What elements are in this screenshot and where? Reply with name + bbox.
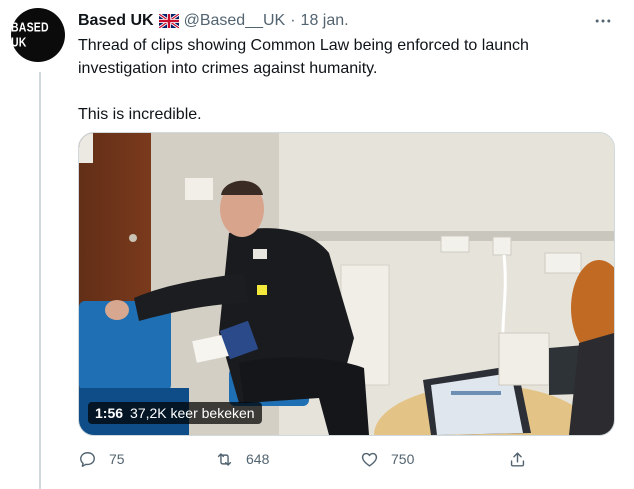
more-icon [595,19,611,23]
tweet-text-paragraph: Thread of clips showing Common Law being… [78,37,529,77]
share-icon [510,451,525,467]
header-separator: · [290,12,296,29]
thread-line [39,72,41,489]
tweet-text: Thread of clips showing Common Law being… [78,34,618,126]
video-view-count: 37,2K keer bekeken [130,405,255,421]
tweet-header: Based UK @Based__UK · 18 jan. [78,10,349,32]
uk-flag-icon [157,12,180,30]
user-handle[interactable]: @Based__UK [184,12,286,30]
reply-icon [80,451,95,467]
share-button[interactable] [508,446,527,472]
avatar[interactable]: BASED UK [11,8,65,62]
tweet-actions: 75 648 750 [78,446,538,472]
video-frame [79,133,614,435]
video-info-badge: 1:56 37,2K keer bekeken [88,402,262,424]
reply-count: 75 [109,451,125,467]
video-duration: 1:56 [95,405,124,421]
retweet-count: 648 [246,451,270,467]
reply-button[interactable]: 75 [78,446,125,472]
tweet-date[interactable]: 18 jan. [301,12,349,30]
video-player[interactable]: 1:56 37,2K keer bekeken [78,132,615,436]
like-button[interactable]: 750 [360,446,414,472]
tweet-text-paragraph: This is incredible. [78,106,202,123]
display-name[interactable]: Based UK [78,12,154,30]
avatar-logo-text: BASED UK [11,20,49,50]
heart-icon [361,452,378,467]
retweet-button[interactable]: 648 [215,446,269,472]
retweet-icon [217,452,232,466]
more-options-button[interactable] [590,10,616,32]
like-count: 750 [391,451,415,467]
